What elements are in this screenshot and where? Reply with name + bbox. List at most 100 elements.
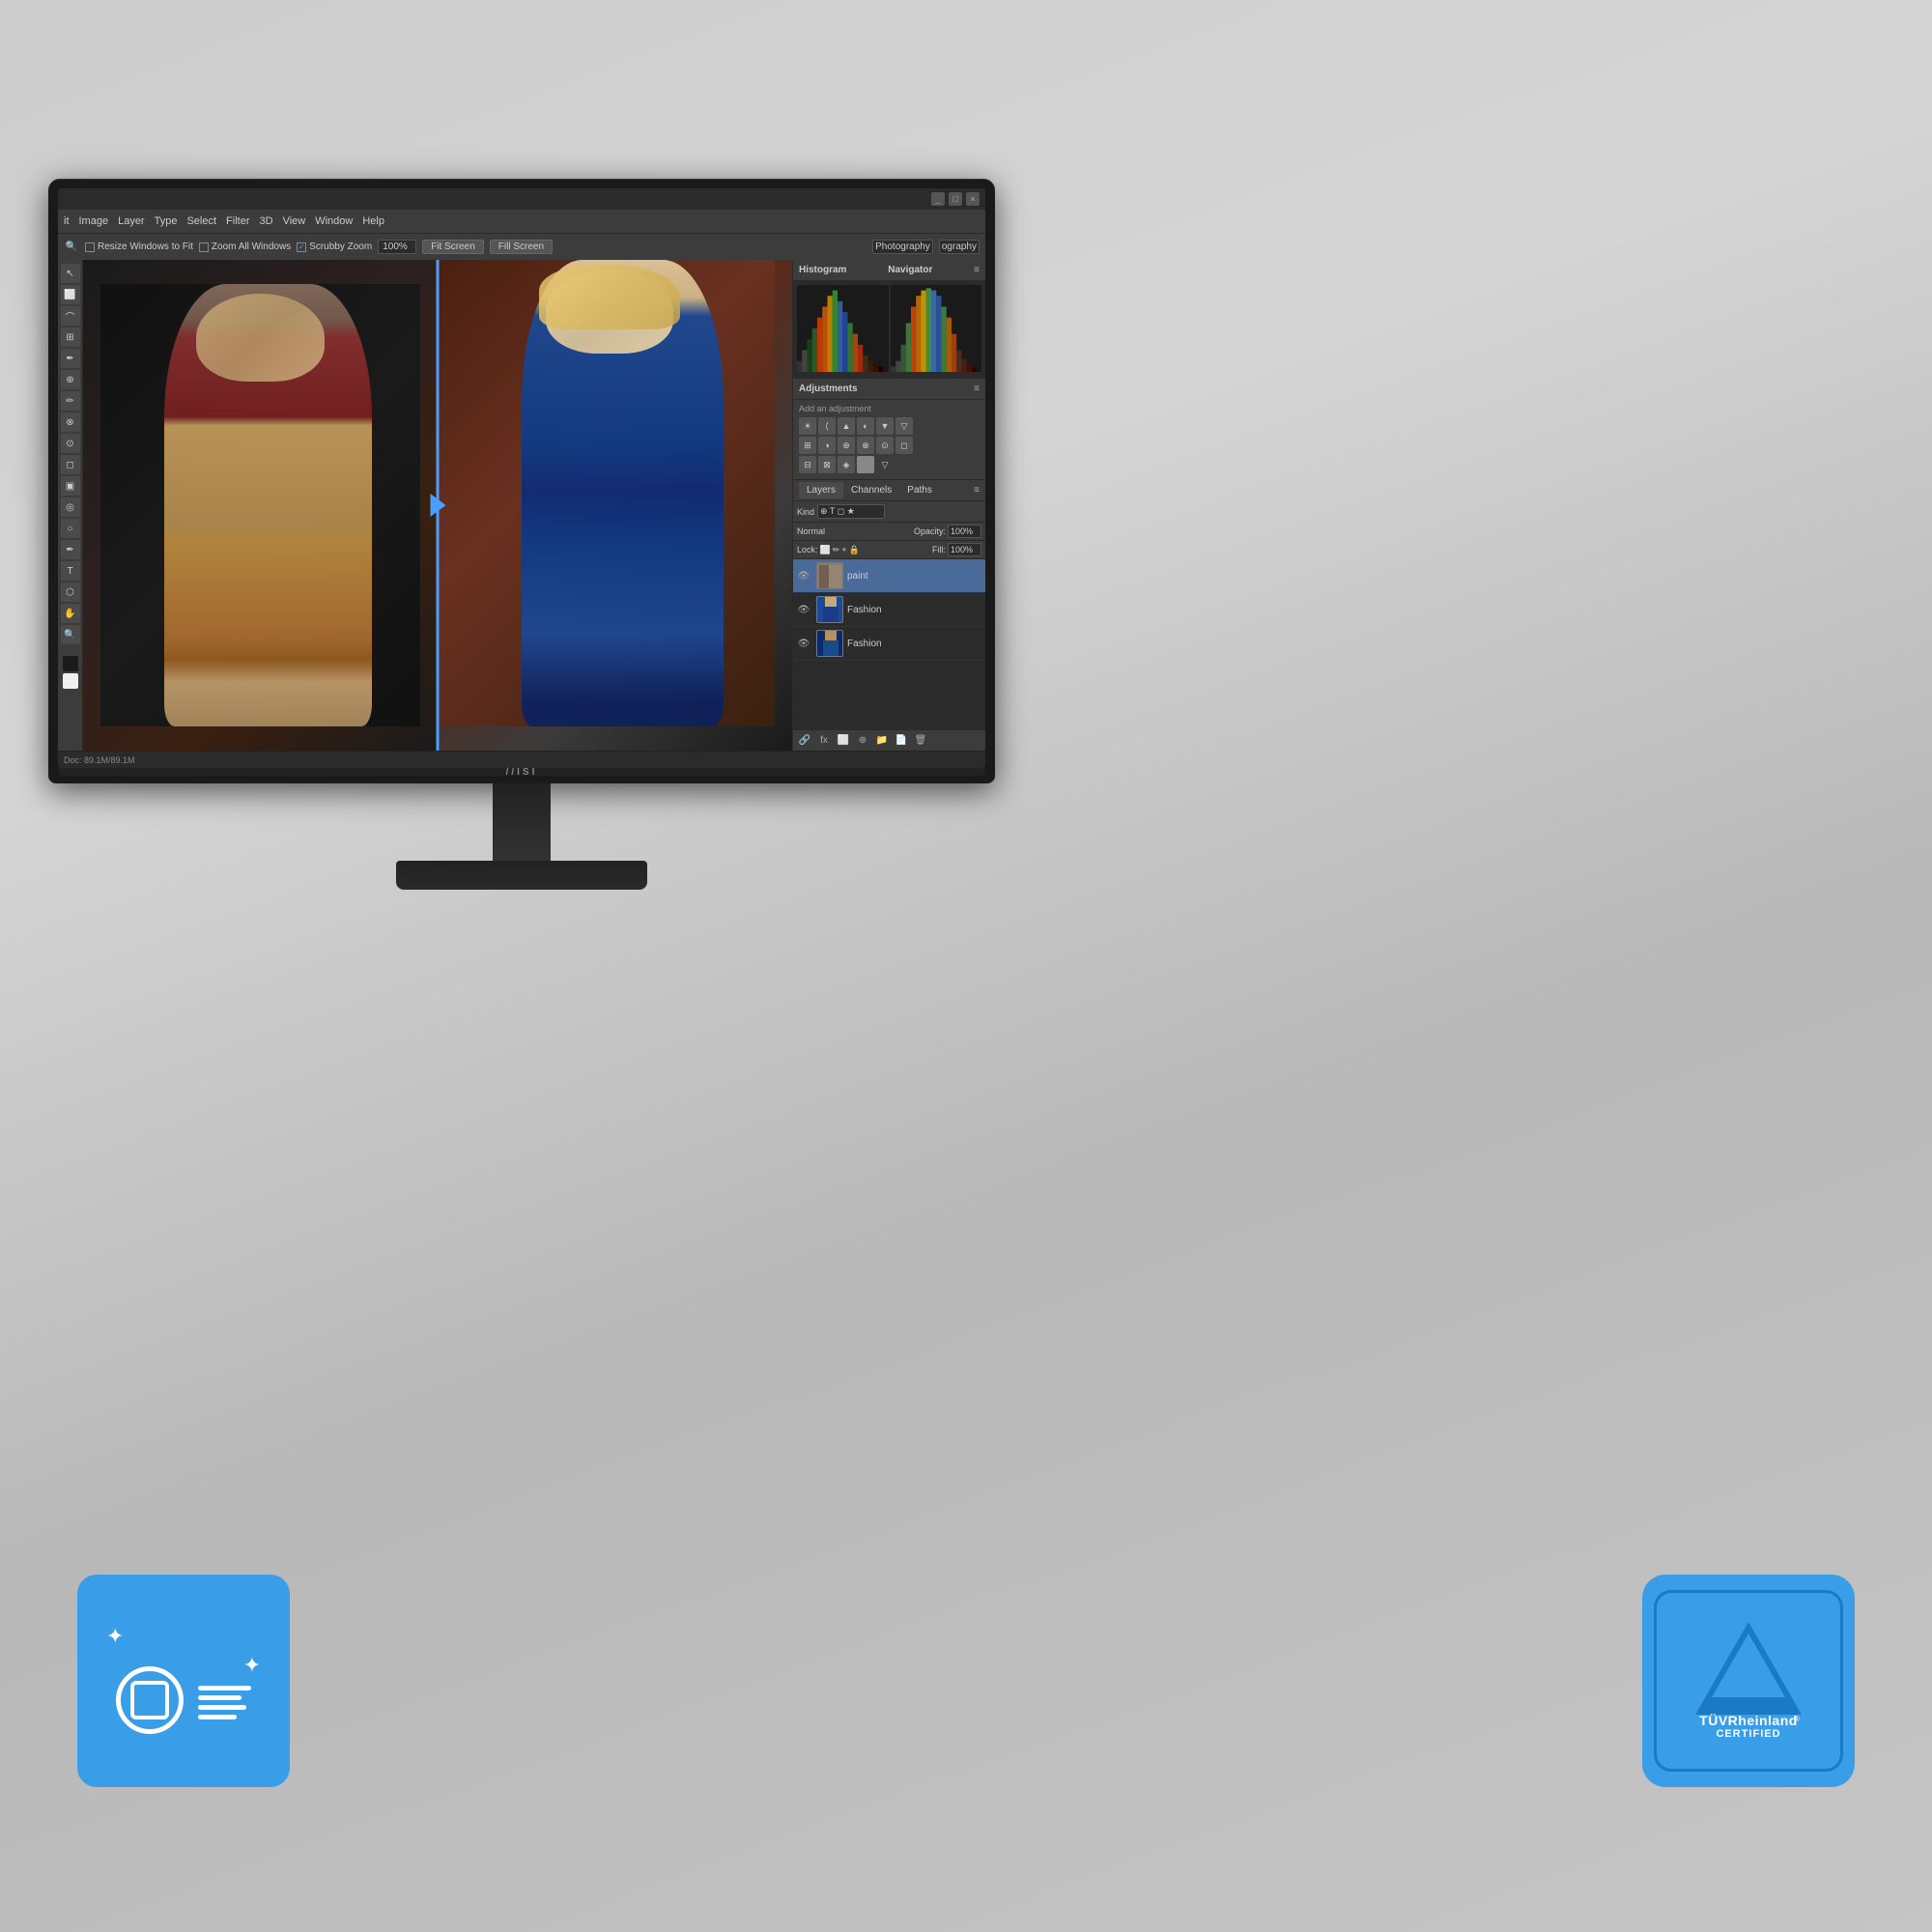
histogram-menu-icon[interactable]: ≡: [974, 265, 980, 275]
adj-brightness-icon[interactable]: ☀: [799, 417, 816, 435]
adj-levels-icon[interactable]: ▲: [838, 417, 855, 435]
tool-text[interactable]: T: [61, 561, 80, 581]
layer-thumb-paint-svg: [817, 563, 843, 589]
menu-type[interactable]: Type: [155, 215, 178, 227]
workspace-dropdown[interactable]: Photography: [872, 240, 933, 254]
layer-eye-fashion1[interactable]: 👁: [797, 603, 810, 616]
layers-controls: Kind ⊕ T ◻ ★: [793, 501, 985, 523]
tool-hand[interactable]: ✋: [61, 604, 80, 623]
layers-folder-icon[interactable]: 📁: [874, 733, 890, 749]
adj-hsl-icon[interactable]: ▽: [895, 417, 913, 435]
layers-fx-icon[interactable]: fx: [816, 733, 832, 749]
layer-thumb-paint: [816, 562, 843, 589]
layers-link-icon[interactable]: 🔗: [797, 733, 812, 749]
resize-windows-checkbox[interactable]: [85, 242, 95, 252]
adj-colorlookup-icon[interactable]: ⊙: [876, 437, 894, 454]
adj-selectivecolor-icon[interactable]: ◈: [838, 456, 855, 473]
adj-channelmixer-icon[interactable]: ⊗: [857, 437, 874, 454]
tool-gradient[interactable]: ▣: [61, 476, 80, 496]
tool-heal[interactable]: ⊕: [61, 370, 80, 389]
scrubby-zoom-option[interactable]: ✓ Scrubby Zoom: [297, 242, 372, 252]
menu-select[interactable]: Select: [186, 215, 216, 227]
menu-window[interactable]: Window: [315, 215, 353, 227]
tool-eyedropper[interactable]: ✒: [61, 349, 80, 368]
menu-help[interactable]: Help: [362, 215, 384, 227]
tool-brush[interactable]: ✏: [61, 391, 80, 411]
layer-kind-dropdown[interactable]: ⊕ T ◻ ★: [817, 504, 885, 519]
adj-square-icon: [857, 456, 874, 473]
zoom-all-option[interactable]: Zoom All Windows: [199, 242, 291, 252]
layer-thumb-fashion2: [816, 630, 843, 657]
zoom-all-checkbox[interactable]: [199, 242, 209, 252]
background-color[interactable]: [63, 673, 78, 689]
badge-line-2: [198, 1695, 242, 1700]
menu-image[interactable]: Image: [79, 215, 109, 227]
layers-delete-icon[interactable]: 🗑: [913, 733, 928, 749]
adj-colorbalance-icon[interactable]: ⊞: [799, 437, 816, 454]
tool-history[interactable]: ⊙: [61, 434, 80, 453]
tab-channels[interactable]: Channels: [843, 482, 899, 498]
layers-new-icon[interactable]: 📄: [894, 733, 909, 749]
adj-triangle-icon: ▽: [876, 456, 894, 473]
menu-filter[interactable]: Filter: [226, 215, 249, 227]
menu-it[interactable]: it: [64, 215, 70, 227]
tool-zoom[interactable]: 🔍: [61, 625, 80, 644]
tab-layers[interactable]: Layers: [799, 482, 843, 498]
tool-blur[interactable]: ◎: [61, 497, 80, 517]
add-adjustment-label: Add an adjustment: [799, 404, 980, 413]
ps-canvas-area[interactable]: [83, 260, 792, 751]
layers-fill-row: Lock: ⬜ ✏ + 🔒 Fill: 100%: [793, 541, 985, 559]
tab-paths[interactable]: Paths: [899, 482, 940, 498]
foreground-color[interactable]: [63, 656, 78, 671]
tool-clone[interactable]: ⊗: [61, 412, 80, 432]
menu-3d[interactable]: 3D: [260, 215, 273, 227]
adj-posterize-icon[interactable]: ⊟: [799, 456, 816, 473]
navigator-title: Navigator: [888, 265, 932, 275]
adj-exposure-icon[interactable]: ◐: [857, 417, 874, 435]
adj-bw-icon[interactable]: ◑: [818, 437, 836, 454]
blend-mode-dropdown[interactable]: Normal: [797, 526, 825, 536]
tool-lasso[interactable]: ⌒: [61, 306, 80, 326]
layers-adjustment-icon[interactable]: ⊕: [855, 733, 870, 749]
layer-eye-paint[interactable]: 👁: [797, 569, 810, 582]
ps-maximize-btn[interactable]: □: [949, 192, 962, 206]
layers-menu-icon[interactable]: ≡: [974, 485, 980, 496]
tool-move[interactable]: ↖: [61, 264, 80, 283]
monitor-screen: _ □ × it Image Layer Type Select Filter …: [58, 188, 985, 768]
adj-curves-icon[interactable]: ⟨: [818, 417, 836, 435]
canvas-right-after: [438, 260, 792, 751]
layer-item-paint[interactable]: 👁 paint: [793, 559, 985, 593]
zoom-percent-input[interactable]: 100%: [378, 240, 416, 254]
tool-select[interactable]: ⬜: [61, 285, 80, 304]
tool-dodge[interactable]: ○: [61, 519, 80, 538]
workspace-dropdown2[interactable]: ography: [939, 240, 980, 254]
fill-input[interactable]: 100%: [948, 543, 981, 556]
fit-screen-button[interactable]: Fit Screen: [422, 240, 484, 254]
adjustments-menu-icon[interactable]: ≡: [974, 384, 980, 394]
tool-crop[interactable]: ⊞: [61, 327, 80, 347]
ps-minimize-btn[interactable]: _: [931, 192, 945, 206]
layers-mask-icon[interactable]: ⬜: [836, 733, 851, 749]
scrubby-zoom-checkbox[interactable]: ✓: [297, 242, 306, 252]
adj-threshold-icon[interactable]: ⊠: [818, 456, 836, 473]
histogram-svg-1: [797, 285, 889, 372]
adj-invert-icon[interactable]: ◻: [895, 437, 913, 454]
fill-screen-button[interactable]: Fill Screen: [490, 240, 553, 254]
resize-windows-option[interactable]: Resize Windows to Fit: [85, 242, 193, 252]
tool-shape[interactable]: ⬡: [61, 582, 80, 602]
menu-layer[interactable]: Layer: [118, 215, 145, 227]
histogram-chart-1: [797, 285, 889, 372]
canvas-divider[interactable]: [437, 260, 440, 751]
ps-close-btn[interactable]: ×: [966, 192, 980, 206]
layer-item-fashion1[interactable]: 👁 Fashion: [793, 593, 985, 627]
layer-eye-fashion2[interactable]: 👁: [797, 637, 810, 650]
tool-pen[interactable]: ✒: [61, 540, 80, 559]
adjustments-title: Adjustments: [799, 384, 858, 394]
layer-item-fashion2[interactable]: 👁 Fashion: [793, 627, 985, 661]
adj-vibrance-icon[interactable]: ▼: [876, 417, 894, 435]
adjustments-section: Adjustments ≡ Add an adjustment ☀: [793, 379, 985, 480]
tool-eraser[interactable]: ◻: [61, 455, 80, 474]
menu-view[interactable]: View: [283, 215, 306, 227]
adj-photofilter-icon[interactable]: ⊕: [838, 437, 855, 454]
opacity-input[interactable]: 100%: [948, 525, 981, 538]
